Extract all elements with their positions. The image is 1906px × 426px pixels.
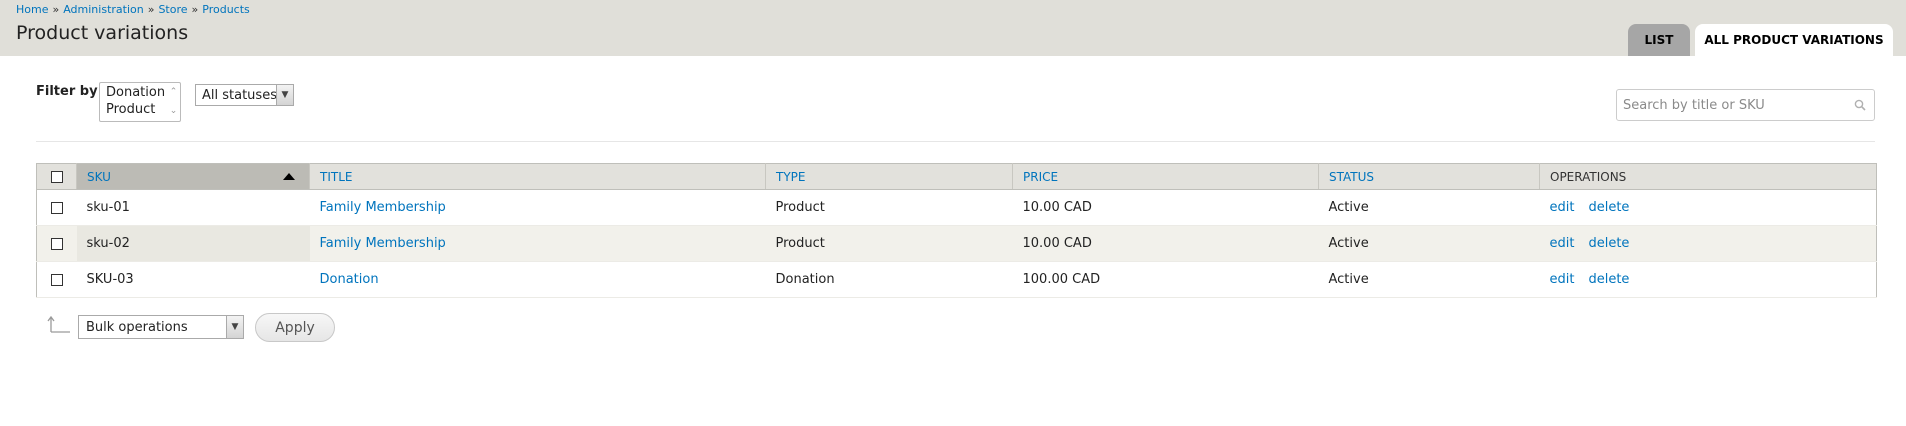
breadcrumb-separator: » (147, 3, 155, 16)
delete-link[interactable]: delete (1588, 200, 1629, 215)
apply-button[interactable]: Apply (255, 313, 335, 342)
scroll-up-icon[interactable]: ⌃ (167, 83, 180, 102)
title-link[interactable]: Family Membership (320, 200, 446, 215)
breadcrumb: Home» Administration» Store» Products (16, 3, 250, 16)
sku-sort-link[interactable]: SKU (87, 170, 111, 184)
bulk-operations-value: Bulk operations (86, 320, 188, 335)
search-input[interactable] (1617, 90, 1847, 120)
sku-cell: SKU-03 (76, 261, 310, 298)
sku-cell: sku-02 (76, 225, 310, 262)
product-variations-table: SKU TITLE TYPE PRICE STATUS OPERATIONS s… (36, 163, 1877, 298)
table-row: sku-02 Family Membership Product 10.00 C… (36, 225, 1877, 262)
listbox-scrollbar[interactable]: ⌃ ⌄ (167, 83, 180, 121)
price-cell: 10.00 CAD (1012, 225, 1319, 262)
status-cell: Active (1318, 225, 1540, 262)
type-sort-link[interactable]: TYPE (776, 170, 805, 184)
type-filter-listbox[interactable]: Donation Product ⌃ ⌄ (99, 82, 181, 122)
table-header-row: SKU TITLE TYPE PRICE STATUS OPERATIONS (36, 163, 1877, 190)
delete-link[interactable]: delete (1588, 236, 1629, 251)
row-checkbox[interactable] (50, 201, 63, 214)
breadcrumb-separator: » (191, 3, 199, 16)
type-option-donation[interactable]: Donation (106, 85, 165, 100)
search-icon[interactable] (1854, 99, 1866, 111)
bulk-select-arrow-icon (47, 315, 70, 333)
title-cell: Donation (309, 261, 766, 298)
row-checkbox[interactable] (50, 273, 63, 286)
filter-label: Filter by (36, 84, 98, 99)
edit-link[interactable]: edit (1550, 272, 1575, 287)
row-select-cell (36, 189, 77, 226)
column-header-price[interactable]: PRICE (1012, 163, 1319, 190)
column-header-sku[interactable]: SKU (76, 163, 310, 190)
sku-cell: sku-01 (76, 189, 310, 226)
title-cell: Family Membership (309, 189, 766, 226)
select-all-checkbox[interactable] (50, 171, 63, 183)
title-sort-link[interactable]: TITLE (320, 170, 352, 184)
type-cell: Product (765, 225, 1013, 262)
page-title: Product variations (16, 22, 189, 44)
price-cell: 100.00 CAD (1012, 261, 1319, 298)
status-cell: Active (1318, 261, 1540, 298)
breadcrumb-administration[interactable]: Administration (63, 3, 144, 16)
delete-link[interactable]: delete (1588, 272, 1629, 287)
operations-cell: edit delete (1539, 189, 1877, 226)
breadcrumb-home[interactable]: Home (16, 3, 48, 16)
sort-ascending-icon (283, 173, 295, 180)
chevron-down-icon[interactable]: ▼ (276, 85, 293, 105)
page-header: Home» Administration» Store» Products Produ… (0, 0, 1906, 56)
row-select-cell (36, 261, 77, 298)
breadcrumb-store[interactable]: Store (158, 3, 187, 16)
divider (36, 141, 1875, 142)
column-header-status[interactable]: STATUS (1318, 163, 1540, 190)
row-checkbox[interactable] (50, 237, 63, 250)
breadcrumb-separator: » (52, 3, 60, 16)
table-row: sku-01 Family Membership Product 10.00 C… (36, 189, 1877, 226)
type-cell: Product (765, 189, 1013, 226)
operations-cell: edit delete (1539, 261, 1877, 298)
row-select-cell (36, 225, 77, 262)
edit-link[interactable]: edit (1550, 200, 1575, 215)
table-row: SKU-03 Donation Donation 100.00 CAD Acti… (36, 261, 1877, 298)
column-header-type[interactable]: TYPE (765, 163, 1013, 190)
status-filter-value: All statuses (202, 88, 277, 103)
breadcrumb-products[interactable]: Products (202, 3, 250, 16)
column-header-title[interactable]: TITLE (309, 163, 766, 190)
search-field[interactable] (1616, 89, 1875, 121)
type-cell: Donation (765, 261, 1013, 298)
title-cell: Family Membership (309, 225, 766, 262)
bulk-operations-select[interactable]: Bulk operations ▼ (78, 315, 244, 339)
title-link[interactable]: Family Membership (320, 236, 446, 251)
operations-cell: edit delete (1539, 225, 1877, 262)
edit-link[interactable]: edit (1550, 236, 1575, 251)
type-option-product[interactable]: Product (106, 102, 155, 117)
tab-list[interactable]: LIST (1628, 24, 1690, 56)
price-cell: 10.00 CAD (1012, 189, 1319, 226)
status-filter-select[interactable]: All statuses ▼ (195, 84, 294, 106)
column-header-operations: OPERATIONS (1539, 163, 1877, 190)
tab-all-product-variations[interactable]: ALL PRODUCT VARIATIONS (1695, 24, 1893, 56)
select-all-cell (36, 163, 77, 190)
scroll-down-icon[interactable]: ⌄ (167, 102, 180, 121)
status-sort-link[interactable]: STATUS (1329, 170, 1374, 184)
chevron-down-icon[interactable]: ▼ (226, 316, 243, 338)
status-cell: Active (1318, 189, 1540, 226)
title-link[interactable]: Donation (320, 272, 379, 287)
price-sort-link[interactable]: PRICE (1023, 170, 1058, 184)
